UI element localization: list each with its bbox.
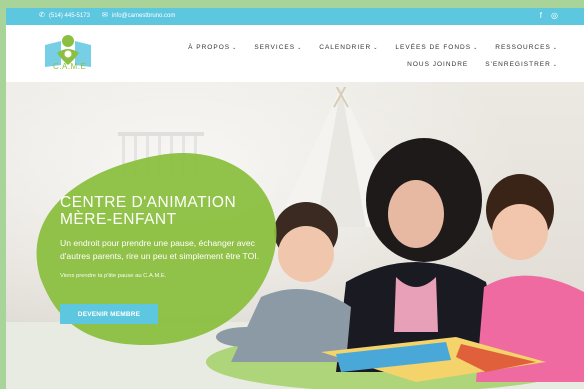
- chevron-down-icon: ⌄: [232, 45, 238, 51]
- nav-label: SERVICES: [254, 44, 296, 51]
- chevron-down-icon: ⌄: [552, 62, 558, 68]
- hero-small-text: Viens prendre ta p'tite pause au C.A.M.E…: [60, 273, 167, 279]
- mail-icon: ✉: [102, 12, 108, 19]
- hero-subtitle: Un endroit pour prendre une pause, échan…: [60, 238, 260, 261]
- hero-text-block: CENTRE D'ANIMATION MÈRE-ENFANT Un endroi…: [60, 194, 260, 279]
- nav-label: À PROPOS: [188, 44, 231, 51]
- nav-item-calendrier[interactable]: CALENDRIER ⌄: [319, 44, 378, 51]
- nav-label: RESSOURCES: [495, 44, 551, 51]
- email-link[interactable]: ✉ info@camestbruno.com: [102, 12, 175, 19]
- chevron-down-icon: ⌄: [552, 45, 558, 51]
- nav-label: S'ENREGISTRER: [485, 61, 551, 68]
- hero-section: CENTRE D'ANIMATION MÈRE-ENFANT Un endroi…: [6, 82, 584, 389]
- phone-link[interactable]: ✆ (514) 445-5173: [39, 12, 90, 19]
- nav-label: NOUS JOINDRE: [407, 61, 469, 68]
- phone-number: (514) 445-5173: [48, 12, 90, 19]
- nav-item-s-enregistrer[interactable]: S'ENREGISTRER ⌄: [485, 61, 558, 68]
- nav-label: CALENDRIER: [319, 44, 372, 51]
- nav-item-services[interactable]: SERVICES ⌄: [254, 44, 302, 51]
- facebook-icon[interactable]: f: [540, 11, 542, 20]
- chevron-down-icon: ⌄: [297, 45, 303, 51]
- site-header: C.A.M.E À PROPOS ⌄ SERVICES ⌄ CALENDRIER ⌄ …: [6, 25, 584, 82]
- main-nav: À PROPOS ⌄ SERVICES ⌄ CALENDRIER ⌄ LEVÉES D…: [188, 44, 558, 68]
- nav-row-primary: À PROPOS ⌄ SERVICES ⌄ CALENDRIER ⌄ LEVÉES D…: [188, 44, 558, 51]
- become-member-button[interactable]: DEVENIR MEMBRE: [60, 304, 158, 324]
- nav-row-secondary: NOUS JOINDRE S'ENREGISTRER ⌄: [188, 61, 558, 68]
- phone-icon: ✆: [39, 12, 45, 19]
- came-logo[interactable]: [43, 31, 93, 79]
- instagram-icon[interactable]: ◎: [551, 11, 558, 20]
- nav-item-nous-joindre[interactable]: NOUS JOINDRE: [407, 61, 468, 68]
- page-frame: ✆ (514) 445-5173 ✉ info@camestbruno.com …: [6, 8, 584, 389]
- logo-text: C.A.M.E: [53, 62, 87, 71]
- hero-title: CENTRE D'ANIMATION MÈRE-ENFANT: [60, 194, 260, 228]
- email-address: info@camestbruno.com: [111, 12, 176, 19]
- nav-label: LEVÉES DE FONDS: [395, 44, 472, 51]
- chevron-down-icon: ⌄: [473, 45, 479, 51]
- hero-title-line1: CENTRE D'ANIMATION: [60, 194, 237, 211]
- hero-title-line2: MÈRE-ENFANT: [60, 211, 177, 228]
- chevron-down-icon: ⌄: [373, 45, 379, 51]
- top-contact-bar: ✆ (514) 445-5173 ✉ info@camestbruno.com …: [6, 8, 584, 25]
- nav-item-a-propos[interactable]: À PROPOS ⌄: [188, 44, 237, 51]
- nav-item-ressources[interactable]: RESSOURCES ⌄: [495, 44, 558, 51]
- social-links: f ◎: [540, 11, 558, 20]
- nav-item-levees-de-fonds[interactable]: LEVÉES DE FONDS ⌄: [395, 44, 478, 51]
